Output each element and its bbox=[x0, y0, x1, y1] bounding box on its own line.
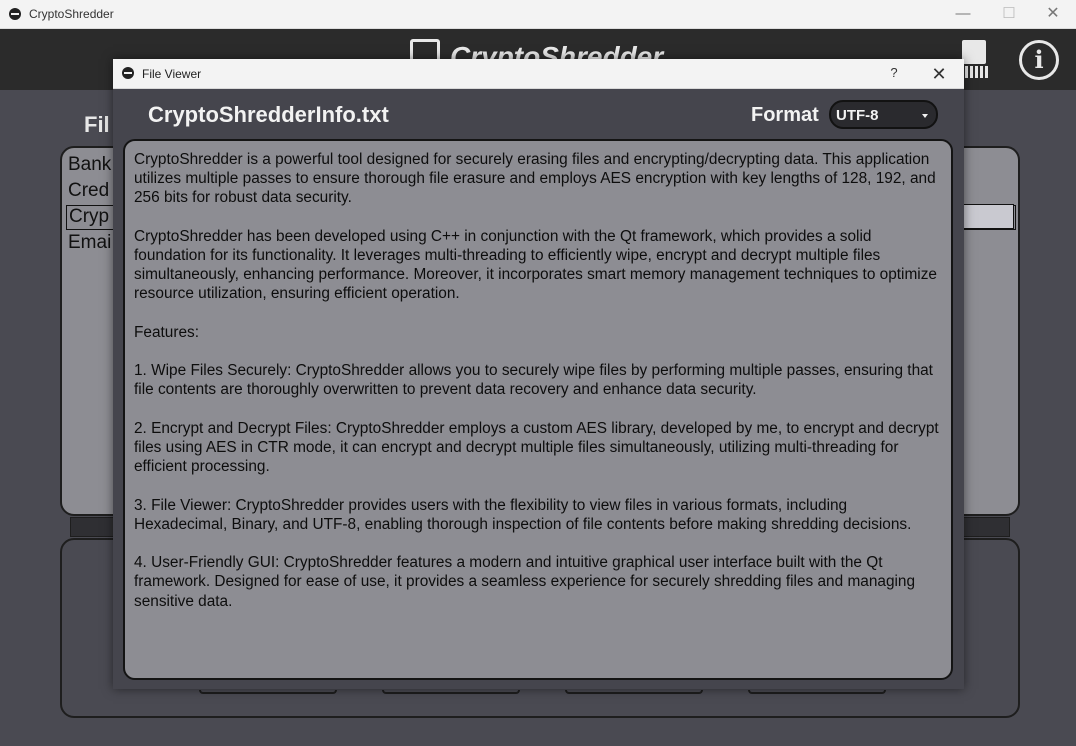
file-viewer-dialog: File Viewer ? ✕ CryptoShredderInfo.txt F… bbox=[113, 59, 964, 689]
action-button[interactable] bbox=[565, 690, 703, 694]
close-window-button[interactable]: ✕ bbox=[1030, 0, 1076, 29]
format-label: Format bbox=[751, 104, 819, 126]
content-paragraph: 1. Wipe Files Securely: CryptoShredder a… bbox=[134, 362, 933, 399]
content-paragraph: CryptoShredder has been developed using … bbox=[134, 227, 937, 303]
chevron-down-icon bbox=[922, 114, 928, 118]
maximize-button[interactable]: ☐ bbox=[986, 0, 1032, 29]
minimize-button[interactable]: — bbox=[940, 0, 986, 29]
action-button[interactable] bbox=[382, 690, 520, 694]
content-paragraph: 4. User-Friendly GUI: CryptoShredder fea… bbox=[134, 554, 916, 610]
content-paragraph: 3. File Viewer: CryptoShredder provides … bbox=[134, 496, 912, 533]
main-window-title: CryptoShredder bbox=[29, 7, 114, 21]
file-list-item[interactable]: Cred bbox=[68, 180, 109, 202]
app-icon bbox=[9, 8, 21, 20]
dialog-app-icon bbox=[122, 67, 134, 79]
selected-row-highlight bbox=[962, 204, 1014, 229]
files-heading: Fil bbox=[84, 112, 110, 137]
file-list-item[interactable]: Bank bbox=[68, 154, 111, 176]
shred-icon[interactable] bbox=[960, 40, 990, 78]
content-paragraph: Features: bbox=[134, 323, 200, 341]
content-paragraph: 2. Encrypt and Decrypt Files: CryptoShre… bbox=[134, 419, 939, 476]
shred-paper-shape bbox=[962, 40, 986, 64]
dialog-title: File Viewer bbox=[142, 67, 202, 81]
file-content-viewer[interactable]: CryptoShredder is a powerful tool design… bbox=[123, 139, 953, 680]
file-name: CryptoShredderInfo.txt bbox=[148, 102, 389, 127]
dialog-titlebar: File Viewer ? ✕ bbox=[113, 59, 964, 89]
help-button[interactable]: ? bbox=[883, 65, 905, 83]
info-icon[interactable]: i bbox=[1019, 40, 1059, 80]
format-select-value: UTF-8 bbox=[836, 107, 879, 124]
action-button[interactable] bbox=[199, 690, 337, 694]
format-select[interactable]: UTF-8 bbox=[829, 100, 938, 129]
main-window-titlebar: CryptoShredder — ☐ ✕ bbox=[0, 0, 1076, 29]
shred-strips-shape bbox=[960, 66, 990, 78]
action-button[interactable] bbox=[748, 690, 886, 694]
content-paragraph: CryptoShredder is a powerful tool design… bbox=[134, 151, 936, 207]
dialog-close-button[interactable]: ✕ bbox=[927, 62, 951, 86]
file-list-item[interactable]: Emai bbox=[68, 232, 111, 254]
